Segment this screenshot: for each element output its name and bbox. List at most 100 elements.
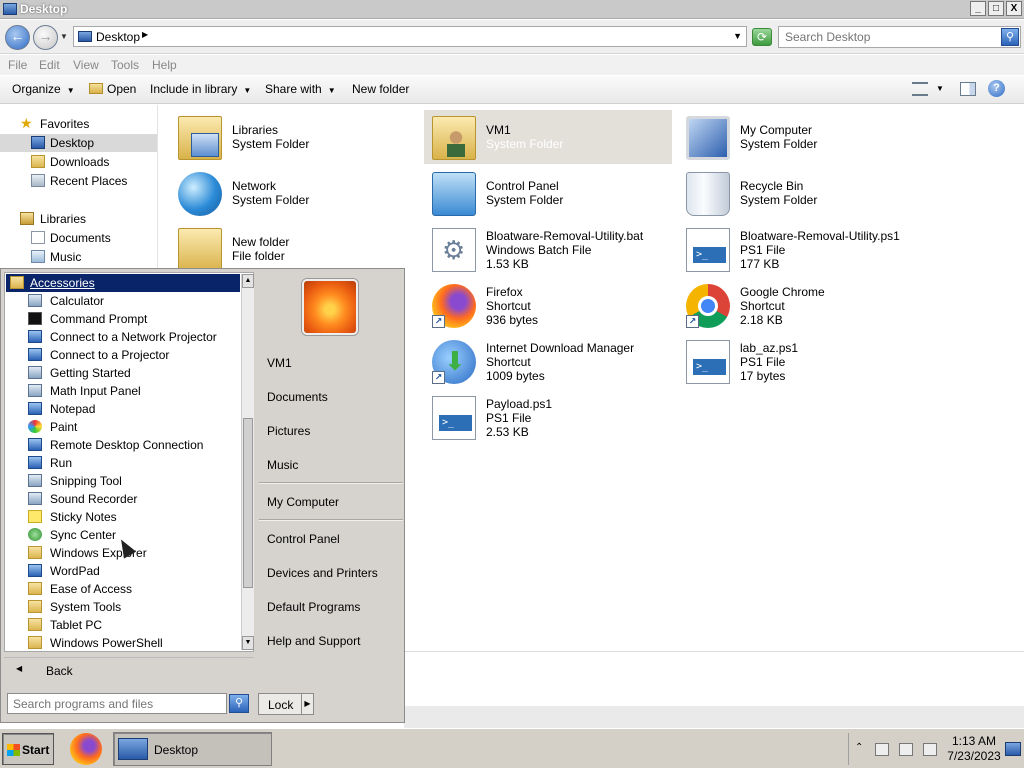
- action-center-flag-icon[interactable]: [875, 743, 889, 756]
- program-list-scrollbar[interactable]: ▲ ▼: [241, 274, 254, 650]
- file-item[interactable]: My Computer System Folder: [678, 110, 926, 164]
- program-snipping-tool[interactable]: Snipping Tool: [6, 472, 240, 490]
- start-devices-printers[interactable]: Devices and Printers: [267, 566, 378, 580]
- program-run[interactable]: Run: [6, 454, 240, 472]
- program-getting-started[interactable]: Getting Started: [6, 364, 240, 382]
- file-item[interactable]: Bloatware-Removal-Utility.bat Windows Ba…: [424, 222, 672, 276]
- folder-ease-of-access[interactable]: Ease of Access: [6, 580, 240, 598]
- program-projector[interactable]: Connect to a Projector: [6, 346, 240, 364]
- program-math-input-panel[interactable]: Math Input Panel: [6, 382, 240, 400]
- network-icon: [178, 172, 222, 216]
- include-in-library-button[interactable]: Include in library ▼: [150, 82, 251, 96]
- nav-documents[interactable]: Documents: [0, 229, 157, 247]
- start-music[interactable]: Music: [267, 458, 298, 472]
- start-my-computer[interactable]: My Computer: [267, 495, 339, 509]
- file-item[interactable]: Network System Folder: [170, 166, 418, 220]
- refresh-button[interactable]: ⟳: [752, 28, 772, 46]
- help-icon[interactable]: ?: [988, 80, 1005, 97]
- file-item[interactable]: Payload.ps1 PS1 File 2.53 KB: [424, 390, 672, 444]
- address-field[interactable]: Desktop ▶ ▼: [73, 26, 747, 47]
- file-item[interactable]: Libraries System Folder: [170, 110, 418, 164]
- nav-recent-places[interactable]: Recent Places: [0, 172, 157, 190]
- search-box[interactable]: ⚲: [778, 26, 1021, 48]
- start-default-programs[interactable]: Default Programs: [267, 600, 360, 614]
- taskbar-desktop-window[interactable]: Desktop: [113, 732, 272, 766]
- minimize-button[interactable]: _: [970, 1, 986, 16]
- lock-button[interactable]: Lock ▶: [258, 693, 314, 715]
- file-item[interactable]: ↗ Google Chrome Shortcut 2.18 KB: [678, 278, 926, 332]
- menu-tools[interactable]: Tools: [111, 58, 139, 72]
- program-sound-recorder[interactable]: Sound Recorder: [6, 490, 240, 508]
- nav-music[interactable]: Music: [0, 248, 157, 266]
- address-dropdown-icon[interactable]: ▼: [733, 31, 742, 41]
- program-notepad[interactable]: Notepad: [6, 400, 240, 418]
- recent-pages-chevron-icon[interactable]: ▼: [60, 32, 68, 41]
- preview-pane-icon[interactable]: [960, 82, 976, 96]
- start-pictures[interactable]: Pictures: [267, 424, 310, 438]
- menu-view[interactable]: View: [73, 58, 99, 72]
- share-with-button[interactable]: Share with ▼: [265, 82, 336, 96]
- scroll-thumb[interactable]: [243, 418, 253, 588]
- scroll-down-icon[interactable]: ▼: [242, 636, 254, 650]
- clock-date: 7/23/2023: [947, 749, 1001, 763]
- user-avatar[interactable]: [302, 279, 358, 335]
- search-icon[interactable]: ⚲: [229, 694, 249, 713]
- volume-icon[interactable]: [923, 743, 937, 756]
- accessories-folder[interactable]: Accessories: [6, 274, 240, 292]
- program-network-projector[interactable]: Connect to a Network Projector: [6, 328, 240, 346]
- menu-help[interactable]: Help: [152, 58, 177, 72]
- program-wordpad[interactable]: WordPad: [6, 562, 240, 580]
- search-input[interactable]: [779, 27, 999, 47]
- file-item[interactable]: lab_az.ps1 PS1 File 17 bytes: [678, 334, 926, 388]
- file-item[interactable]: Bloatware-Removal-Utility.ps1 PS1 File 1…: [678, 222, 926, 276]
- search-icon[interactable]: ⚲: [1001, 28, 1019, 46]
- program-remote-desktop[interactable]: Remote Desktop Connection: [6, 436, 240, 454]
- show-hidden-icons-icon[interactable]: ⌃: [855, 742, 863, 753]
- open-button[interactable]: Open: [89, 82, 136, 96]
- program-paint[interactable]: Paint: [6, 418, 240, 436]
- organize-button[interactable]: Organize ▼: [12, 82, 75, 96]
- close-button[interactable]: X: [1006, 1, 1022, 16]
- file-item[interactable]: Recycle Bin System Folder: [678, 166, 926, 220]
- back-button[interactable]: ←: [5, 25, 30, 50]
- program-command-prompt[interactable]: Command Prompt: [6, 310, 240, 328]
- nav-downloads[interactable]: Downloads: [0, 153, 157, 171]
- file-item[interactable]: Control Panel System Folder: [424, 166, 672, 220]
- scroll-up-icon[interactable]: ▲: [242, 274, 254, 288]
- folder-tablet-pc[interactable]: Tablet PC: [6, 616, 240, 634]
- start-user-folder[interactable]: VM1: [267, 356, 292, 370]
- program-calculator[interactable]: Calculator: [6, 292, 240, 310]
- program-search-input[interactable]: [7, 693, 227, 714]
- start-help-support[interactable]: Help and Support: [267, 634, 360, 648]
- title-bar[interactable]: Desktop _ □ X: [0, 0, 1024, 19]
- folder-system-tools[interactable]: System Tools: [6, 598, 240, 616]
- file-item[interactable]: ↗ Internet Download Manager Shortcut 100…: [424, 334, 672, 388]
- change-view-icon[interactable]: [912, 82, 928, 96]
- shutdown-options-chevron-icon[interactable]: ▶: [301, 694, 313, 714]
- show-desktop-icon[interactable]: [1005, 742, 1021, 756]
- maximize-button[interactable]: □: [988, 1, 1004, 16]
- menu-file[interactable]: File: [8, 58, 27, 72]
- nav-favorites[interactable]: ★ Favorites: [0, 115, 157, 133]
- nav-desktop[interactable]: Desktop: [0, 134, 157, 152]
- view-options-dropdown-icon[interactable]: ▼: [936, 84, 944, 93]
- program-sticky-notes[interactable]: Sticky Notes: [6, 508, 240, 526]
- new-folder-button[interactable]: New folder: [352, 82, 409, 96]
- clock[interactable]: 1:13 AM 7/23/2023: [947, 734, 1001, 764]
- file-item-selected[interactable]: VM1 System Folder: [424, 110, 672, 164]
- start-control-panel[interactable]: Control Panel: [267, 532, 340, 546]
- firefox-taskbar-icon[interactable]: [70, 733, 102, 765]
- start-documents[interactable]: Documents: [267, 390, 328, 404]
- address-path[interactable]: Desktop: [96, 30, 140, 44]
- start-button[interactable]: Start: [2, 733, 54, 765]
- network-tray-icon[interactable]: [899, 743, 913, 756]
- back-button[interactable]: ◀ Back: [4, 657, 254, 683]
- breadcrumb-chevron-icon[interactable]: ▶: [142, 30, 148, 39]
- horizontal-scrollbar[interactable]: [404, 706, 1024, 728]
- menu-edit[interactable]: Edit: [39, 58, 60, 72]
- forward-button[interactable]: →: [33, 25, 58, 50]
- program-search[interactable]: ⚲: [7, 693, 251, 715]
- file-item[interactable]: ↗ Firefox Shortcut 936 bytes: [424, 278, 672, 332]
- nav-libraries[interactable]: Libraries: [0, 210, 157, 228]
- folder-windows-powershell[interactable]: Windows PowerShell: [6, 634, 240, 652]
